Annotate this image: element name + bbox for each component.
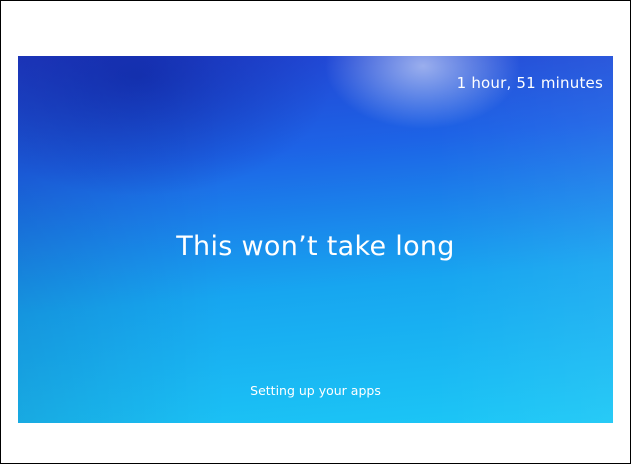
setup-status: Setting up your apps bbox=[250, 383, 381, 398]
setup-screen: 1 hour, 51 minutes This won’t take long … bbox=[18, 56, 613, 423]
slide-frame: 1 hour, 51 minutes This won’t take long … bbox=[0, 0, 631, 464]
time-remaining: 1 hour, 51 minutes bbox=[456, 74, 603, 92]
setup-headline: This won’t take long bbox=[176, 231, 455, 262]
